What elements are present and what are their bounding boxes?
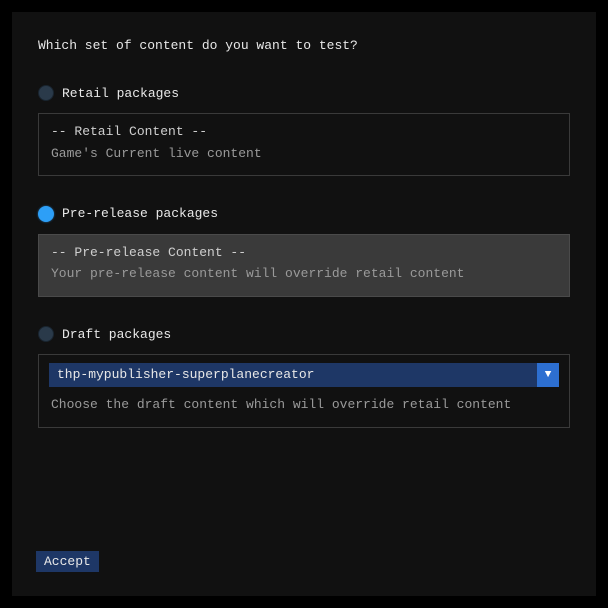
option-prerelease-header[interactable]: Pre-release packages	[38, 204, 570, 224]
prerelease-box: -- Pre-release Content -- Your pre-relea…	[38, 234, 570, 297]
retail-box-title: -- Retail Content --	[51, 122, 557, 142]
content-area: Which set of content do you want to test…	[12, 12, 596, 428]
draft-select[interactable]: thp-mypublisher-superplanecreator ▼	[49, 363, 559, 387]
radio-retail[interactable]	[38, 85, 54, 101]
radio-draft[interactable]	[38, 326, 54, 342]
question-text: Which set of content do you want to test…	[38, 36, 570, 56]
draft-select-button[interactable]: ▼	[537, 363, 559, 387]
option-retail-header[interactable]: Retail packages	[38, 84, 570, 104]
chevron-down-icon: ▼	[545, 367, 552, 384]
accept-button[interactable]: Accept	[36, 551, 99, 572]
draft-box: thp-mypublisher-superplanecreator ▼ Choo…	[38, 354, 570, 428]
draft-desc: Choose the draft content which will over…	[49, 395, 559, 415]
retail-box: -- Retail Content -- Game's Current live…	[38, 113, 570, 176]
option-prerelease-label: Pre-release packages	[62, 204, 218, 224]
radio-prerelease[interactable]	[38, 206, 54, 222]
option-prerelease: Pre-release packages -- Pre-release Cont…	[38, 204, 570, 297]
draft-select-value: thp-mypublisher-superplanecreator	[49, 363, 537, 387]
retail-box-desc: Game's Current live content	[51, 144, 557, 164]
prerelease-box-title: -- Pre-release Content --	[51, 243, 557, 263]
option-retail: Retail packages -- Retail Content -- Gam…	[38, 84, 570, 177]
option-retail-label: Retail packages	[62, 84, 179, 104]
prerelease-box-desc: Your pre-release content will override r…	[51, 264, 557, 284]
option-draft-header[interactable]: Draft packages	[38, 325, 570, 345]
option-draft: Draft packages thp-mypublisher-superplan…	[38, 325, 570, 428]
content-test-panel: Which set of content do you want to test…	[12, 12, 596, 596]
option-draft-label: Draft packages	[62, 325, 171, 345]
